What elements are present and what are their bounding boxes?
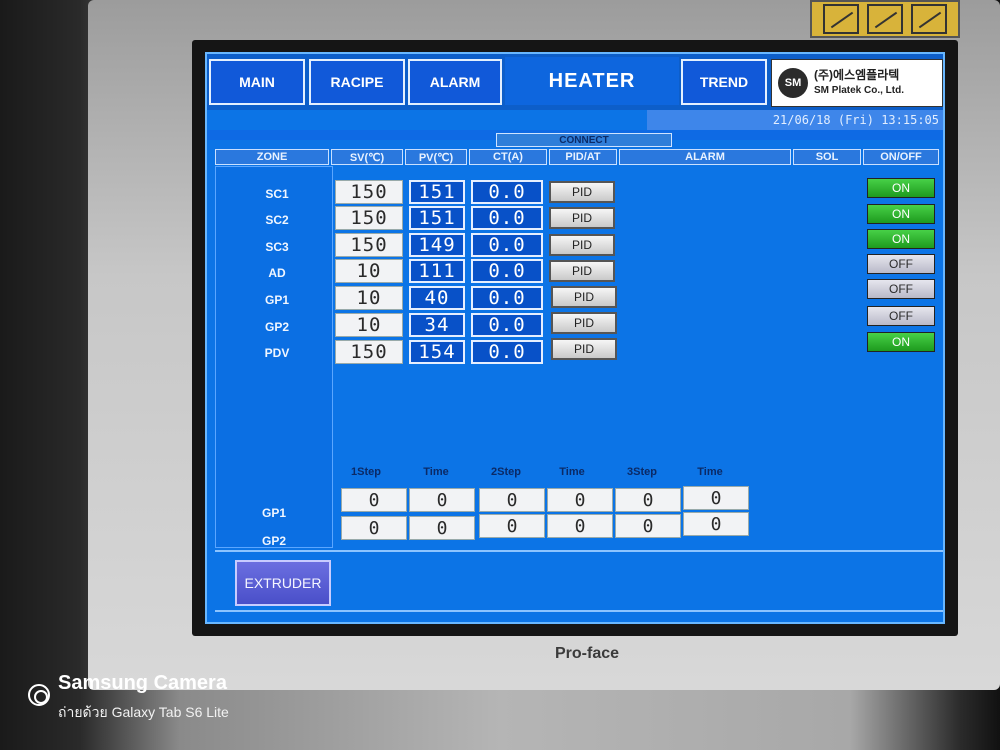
step-input[interactable]: 0: [615, 488, 681, 512]
col-header-pid-at: PID/AT: [549, 149, 617, 165]
zone-label: GP2: [264, 320, 289, 334]
pid-button[interactable]: PID: [549, 181, 615, 203]
tab-alarm[interactable]: ALARM: [408, 59, 502, 105]
camera-subtitle: ถ่ายด้วย Galaxy Tab S6 Lite: [58, 704, 229, 720]
zone-onoff-toggle[interactable]: OFF: [867, 279, 935, 299]
zone-onoff-toggle[interactable]: ON: [867, 204, 935, 224]
zone-label: SC3: [265, 240, 289, 254]
pv-value: 151: [409, 206, 465, 230]
pid-button[interactable]: PID: [549, 207, 615, 229]
sv-input[interactable]: 150: [335, 180, 403, 204]
sv-input[interactable]: 10: [335, 259, 403, 283]
warning-icon: [911, 4, 947, 34]
zone-label: GP1: [264, 293, 289, 307]
hmi-screen: MAIN RACIPE ALARM HEATER TREND SM (주)에스엠…: [205, 52, 945, 624]
device-brand: Pro-face: [555, 645, 620, 662]
camera-watermark: Samsung Camera ถ่ายด้วย Galaxy Tab S6 Li…: [28, 672, 288, 726]
divider: [215, 610, 943, 612]
zone-label: AD: [268, 266, 286, 280]
step-header: 1Step: [351, 466, 381, 478]
datetime-display: 21/06/18 (Fri) 13:15:05: [647, 110, 943, 130]
logo-korean-text: (주)에스엠플라텍: [814, 68, 900, 82]
pv-value: 34: [409, 313, 465, 337]
step-input[interactable]: 0: [479, 488, 545, 512]
pv-value: 151: [409, 180, 465, 204]
sv-input[interactable]: 150: [335, 340, 403, 364]
pid-button[interactable]: PID: [551, 312, 617, 334]
divider: [215, 550, 943, 552]
col-header-onoff: ON/OFF: [863, 149, 939, 165]
step-input[interactable]: 0: [615, 514, 681, 538]
tab-trend[interactable]: TREND: [681, 59, 767, 105]
step-input[interactable]: 0: [479, 514, 545, 538]
pid-button[interactable]: PID: [549, 234, 615, 256]
step-input[interactable]: 0: [341, 516, 407, 540]
ct-value: 0.0: [471, 206, 543, 230]
sv-input[interactable]: 10: [335, 313, 403, 337]
tab-recipe[interactable]: RACIPE: [309, 59, 405, 105]
step-header: Time: [423, 466, 449, 478]
step-input[interactable]: 0: [409, 516, 475, 540]
step-header: Time: [559, 466, 585, 478]
ct-value: 0.0: [471, 286, 543, 310]
step-row-label: GP1: [262, 506, 287, 520]
pid-button[interactable]: PID: [551, 338, 617, 360]
camera-lens-icon: [28, 684, 50, 706]
pid-button[interactable]: PID: [549, 260, 615, 282]
extruder-button[interactable]: EXTRUDER: [235, 560, 331, 606]
col-header-sv: SV(℃): [331, 149, 403, 165]
camera-title: Samsung Camera: [58, 672, 227, 694]
sv-input[interactable]: 10: [335, 286, 403, 310]
step-header: Time: [697, 466, 723, 478]
col-header-sol: SOL: [793, 149, 861, 165]
step-table: 1Step Time 2Step Time 3Step Time 0 0 0 0…: [333, 454, 943, 548]
logo-english-text: SM Platek Co., Ltd.: [814, 85, 905, 96]
step-input[interactable]: 0: [683, 486, 749, 510]
step-input[interactable]: 0: [547, 488, 613, 512]
step-input[interactable]: 0: [547, 514, 613, 538]
warning-sticker: [810, 0, 960, 38]
ct-value: 0.0: [471, 313, 543, 337]
zone-onoff-toggle[interactable]: OFF: [867, 254, 935, 274]
sv-input[interactable]: 150: [335, 233, 403, 257]
zone-label: SC1: [265, 187, 289, 201]
logo-mark-icon: SM: [778, 68, 808, 98]
zone-onoff-toggle[interactable]: ON: [867, 332, 935, 352]
step-input[interactable]: 0: [683, 512, 749, 536]
ct-value: 0.0: [471, 233, 543, 257]
company-logo: SM (주)에스엠플라텍 SM Platek Co., Ltd.: [771, 59, 943, 107]
tab-main[interactable]: MAIN: [209, 59, 305, 105]
step-header: 2Step: [491, 466, 521, 478]
zone-onoff-toggle[interactable]: ON: [867, 178, 935, 198]
warning-icon: [823, 4, 859, 34]
pv-value: 111: [409, 259, 465, 283]
zone-onoff-toggle[interactable]: ON: [867, 229, 935, 249]
col-header-zone: ZONE: [215, 149, 329, 165]
zone-onoff-toggle[interactable]: OFF: [867, 306, 935, 326]
ct-value: 0.0: [471, 259, 543, 283]
step-row-label: GP2: [262, 534, 287, 548]
pv-value: 154: [409, 340, 465, 364]
col-header-ct: CT(A): [469, 149, 547, 165]
pid-button[interactable]: PID: [551, 286, 617, 308]
connect-status: CONNECT: [496, 133, 672, 147]
ct-value: 0.0: [471, 340, 543, 364]
sv-input[interactable]: 150: [335, 206, 403, 230]
ct-value: 0.0: [471, 180, 543, 204]
pv-value: 149: [409, 233, 465, 257]
zone-label: PDV: [264, 346, 290, 360]
col-header-pv: PV(℃): [405, 149, 467, 165]
pv-value: 40: [409, 286, 465, 310]
zone-label: SC2: [265, 213, 289, 227]
step-input[interactable]: 0: [409, 488, 475, 512]
step-input[interactable]: 0: [341, 488, 407, 512]
col-header-alarm: ALARM: [619, 149, 791, 165]
page-title: HEATER: [505, 57, 679, 105]
warning-icon: [867, 4, 903, 34]
step-header: 3Step: [627, 466, 657, 478]
